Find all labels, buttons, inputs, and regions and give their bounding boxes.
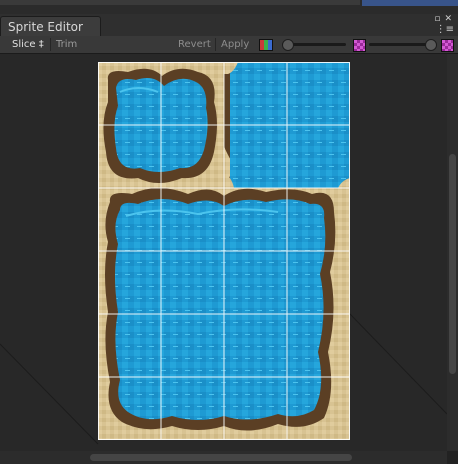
checker-toggle-icon[interactable] <box>441 39 454 52</box>
title-strip <box>0 0 458 14</box>
close-icon[interactable]: ✕ <box>444 14 452 24</box>
scroll-corner <box>447 451 458 464</box>
window-menu-icon[interactable]: ⋮≡ <box>436 25 454 35</box>
color-channel-icon[interactable] <box>259 39 273 51</box>
revert-button[interactable]: Revert <box>178 36 211 53</box>
horizontal-scrollbar[interactable] <box>0 451 447 464</box>
mip-slider-handle[interactable] <box>282 39 294 51</box>
horizontal-scroll-thumb[interactable] <box>90 454 352 461</box>
maximize-icon[interactable]: ▫ <box>434 14 440 24</box>
sprite-canvas[interactable] <box>0 54 447 451</box>
window-controls: ▫ ✕ <box>434 14 452 24</box>
sprite-texture[interactable] <box>98 62 350 440</box>
vertical-scroll-thumb[interactable] <box>449 154 456 374</box>
vertical-scrollbar[interactable] <box>447 54 458 451</box>
large-pool-water <box>115 199 326 420</box>
zoom-slider[interactable] <box>369 39 437 51</box>
apply-button[interactable]: Apply <box>221 36 249 53</box>
trim-button[interactable]: Trim <box>56 36 77 53</box>
zoom-checker-icon[interactable] <box>353 39 366 52</box>
zoom-slider-handle[interactable] <box>425 39 437 51</box>
mip-level-slider[interactable] <box>282 39 346 51</box>
tab-bar: Sprite Editor ▫ ✕ ⋮≡ <box>0 14 458 37</box>
tab-sprite-editor[interactable]: Sprite Editor <box>0 16 101 36</box>
toolbar: Slice ‡ Trim Revert Apply <box>0 36 458 54</box>
sprite-editor-window: Sprite Editor ▫ ✕ ⋮≡ Slice ‡ Trim Revert… <box>0 0 458 464</box>
slice-dropdown[interactable]: Slice ‡ <box>12 36 44 53</box>
